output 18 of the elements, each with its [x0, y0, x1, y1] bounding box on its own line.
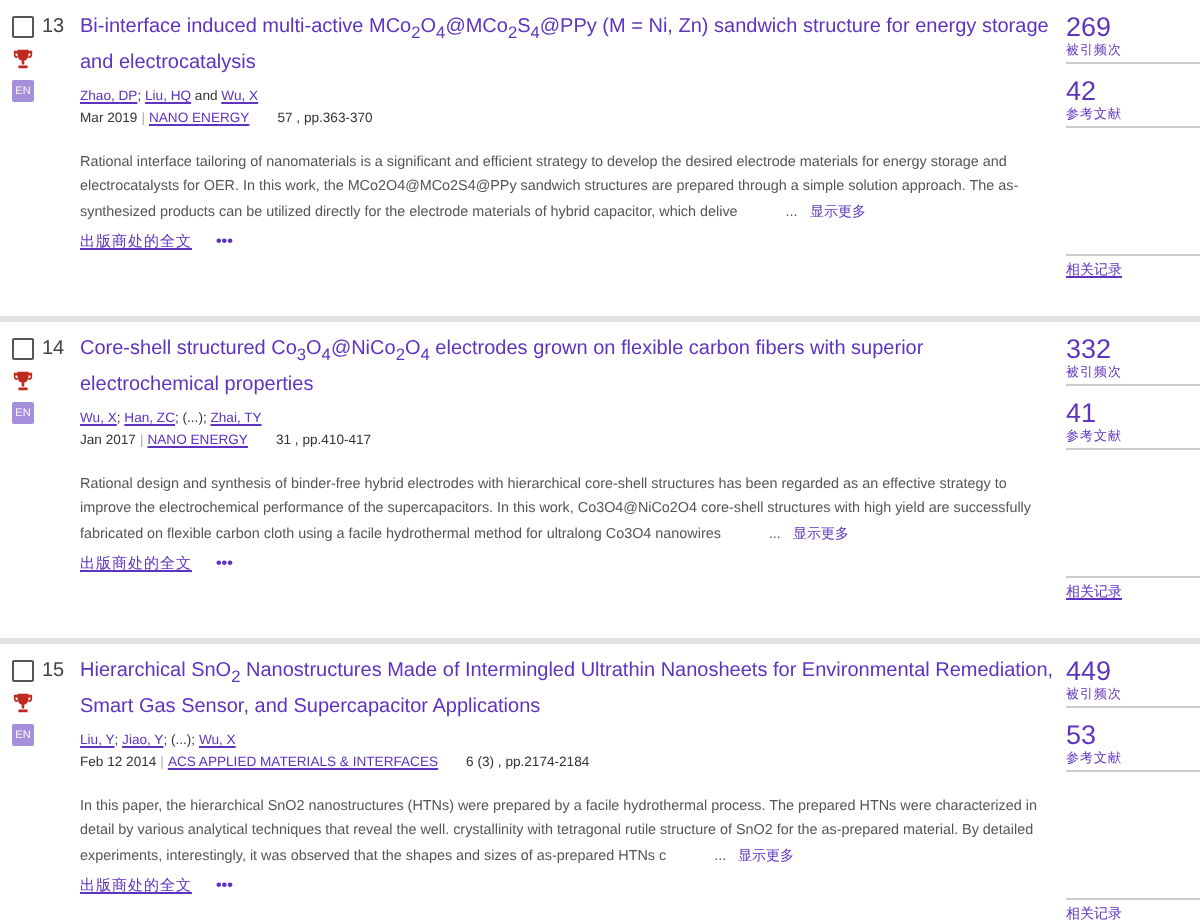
- record-title-link[interactable]: Bi-interface induced multi-active MCo$_{2}$O$_{4}$@MCo$_{2}$S$_{4}$@PPy (M = Ni, Zn) sandwich structure for energy storage and electrocatalysis: [80, 12, 1066, 78]
- record-number: 13: [42, 16, 65, 38]
- reference-count[interactable]: 41: [1066, 398, 1200, 428]
- reference-count[interactable]: 53: [1066, 720, 1200, 750]
- citation-count[interactable]: 332: [1066, 334, 1200, 364]
- reference-count[interactable]: 42: [1066, 76, 1200, 106]
- more-options-button[interactable]: •••: [216, 232, 233, 251]
- citation-count[interactable]: 449: [1066, 656, 1200, 686]
- more-options-button[interactable]: •••: [216, 876, 233, 895]
- checkbox[interactable]: [12, 16, 34, 38]
- more-options-button[interactable]: •••: [216, 554, 233, 573]
- record-number: 15: [42, 660, 65, 682]
- record-title-link[interactable]: Hierarchical SnO$_{2}$ Nanostructures Made of Intermingled Ultrathin Nanosheets for Environmental Remediation, Smart Gas Sensor, and Supercapacitor Applications: [80, 656, 1066, 722]
- citation-count[interactable]: 269: [1066, 12, 1200, 42]
- record-number: 14: [42, 338, 65, 360]
- record-title-link[interactable]: Core-shell structured Co$_{3}$O$_{4}$@NiCo$_{2}$O$_{4}$ electrodes grown on flexible carbon fibers with superior electrochemical properties: [80, 334, 1066, 400]
- checkbox[interactable]: [12, 660, 34, 682]
- checkbox[interactable]: [12, 338, 34, 360]
